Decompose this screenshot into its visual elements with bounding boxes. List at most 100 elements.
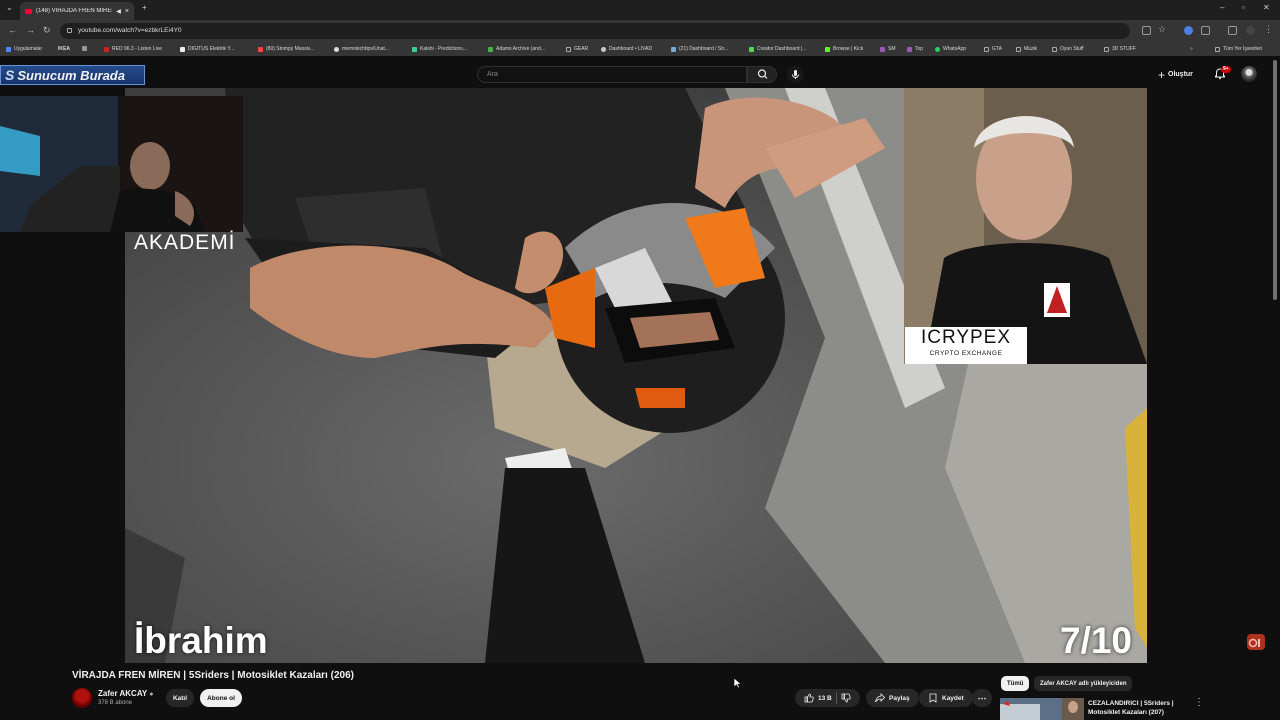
- back-icon[interactable]: ←: [8, 25, 17, 35]
- subscribe-watermark-icon[interactable]: [1245, 632, 1267, 652]
- recommended-video-title[interactable]: CEZALANDIRICI | 5Sriders | Motosiklet Ka…: [1088, 699, 1188, 717]
- webcam-image: [0, 96, 243, 232]
- bookmark-star-icon[interactable]: ☆: [1158, 24, 1167, 34]
- sponsor-banner: ICRYPEX CRYPTO EXCHANGE: [905, 327, 1027, 364]
- rider-name-caption: İbrahim: [134, 620, 268, 661]
- channel-avatar[interactable]: [72, 688, 92, 708]
- search-button[interactable]: [747, 66, 777, 83]
- logo-text: Sunucum Burada: [17, 67, 125, 83]
- save-playlist-icon: [929, 693, 937, 703]
- rating-caption: 7/10: [1060, 620, 1133, 661]
- tab-close-icon[interactable]: ×: [125, 8, 129, 15]
- share-label: Paylaş: [889, 694, 910, 702]
- tab-search-icon[interactable]: ⌄: [6, 3, 13, 12]
- more-actions-button[interactable]: ⋯: [972, 689, 992, 707]
- verified-icon: ●: [149, 691, 154, 698]
- microphone-icon: [792, 70, 799, 79]
- bookmark-item[interactable]: Browse | Kick: [825, 46, 863, 52]
- sponsor-name: ICRYPEX: [920, 327, 1012, 348]
- bookmarks-overflow-icon[interactable]: »: [1190, 46, 1193, 52]
- like-count: 13 B: [818, 694, 832, 702]
- bookmark-item[interactable]: Kalshi - Predictions...: [412, 46, 467, 52]
- bookmark-folder[interactable]: Oyun Stuff: [1052, 46, 1084, 52]
- bookmark-item[interactable]: SM: [880, 46, 896, 52]
- bookmark-item[interactable]: (21) Dashboard / Str...: [671, 46, 728, 52]
- close-window-icon[interactable]: ✕: [1263, 3, 1270, 12]
- bookmark-item[interactable]: Creator Dashboard |...: [749, 46, 806, 52]
- browser-toolbar: ← → ↻ youtube.com/watch?v=ezbkrLEi4Y0 ☆ …: [0, 20, 1280, 42]
- thumbs-up-icon: [804, 693, 814, 703]
- bookmark-item[interactable]: memstechtips/Unat...: [334, 46, 389, 52]
- chip-all[interactable]: Tümü: [1001, 676, 1030, 691]
- channel-name[interactable]: Zafer AKCAY ●: [98, 689, 154, 698]
- bookmark-item[interactable]: Dashboard • LIVAD: [601, 46, 652, 52]
- more-horizontal-icon: ⋯: [977, 692, 987, 703]
- mouse-cursor-icon: [733, 677, 742, 689]
- subscribe-button[interactable]: Abone ol: [200, 689, 242, 707]
- save-label: Kaydet: [942, 694, 964, 702]
- bookmarks-bar: Uygulamalar IKEA RED 96.3 - Listen Live …: [0, 42, 1280, 56]
- search-input[interactable]: Ara: [477, 66, 747, 83]
- bookmark-item[interactable]: Uygulamalar: [6, 46, 42, 52]
- youtube-favicon-icon: [25, 8, 32, 14]
- notification-badge: 9+: [1221, 66, 1231, 73]
- bookmark-item[interactable]: WhatsApp: [935, 46, 966, 52]
- bookmark-folder[interactable]: Müzik: [1016, 46, 1037, 52]
- voice-search-button[interactable]: [787, 66, 804, 83]
- like-divider: [835, 692, 837, 704]
- bookmark-folder[interactable]: 3D STUFF: [1104, 46, 1136, 52]
- reload-icon[interactable]: ↻: [43, 25, 51, 36]
- url-text: youtube.com/watch?v=ezbkrLEi4Y0: [78, 27, 182, 34]
- account-avatar[interactable]: [1241, 66, 1257, 82]
- share-icon: [875, 693, 885, 703]
- minimize-icon[interactable]: –: [1220, 3, 1224, 12]
- stream-logo: S Sunucum Burada: [0, 65, 145, 85]
- bookmark-item[interactable]: DIGITUS Elektrik Y...: [180, 46, 234, 52]
- recommended-thumbnail-image: [1000, 698, 1084, 720]
- page-scrollbar[interactable]: [1273, 60, 1277, 300]
- browser-tab-youtube[interactable]: (148) VİRAJDA FREN MİREN ◀ ×: [20, 2, 134, 20]
- streamer-webcam: [0, 96, 243, 232]
- share-button[interactable]: Paylaş: [866, 689, 919, 707]
- bookmark-item[interactable]: Adams Archive (and...: [488, 46, 545, 52]
- bookmark-item[interactable]: IKEA: [58, 46, 70, 52]
- video-title: VİRAJDA FREN MİREN | 5Sriders | Motosikl…: [72, 670, 354, 681]
- create-button[interactable]: + Oluştur: [1158, 67, 1193, 82]
- bookmark-item[interactable]: Top: [907, 46, 923, 52]
- sponsor-tagline: CRYPTO EXCHANGE: [929, 350, 1003, 357]
- channel-name-text: Zafer AKCAY: [98, 689, 148, 698]
- site-info-icon[interactable]: [67, 28, 72, 33]
- like-button[interactable]: 13 B: [804, 693, 832, 703]
- cast-icon[interactable]: [1142, 26, 1151, 35]
- save-button[interactable]: Kaydet: [919, 689, 973, 707]
- webcam-caption: AKADEMİ: [134, 231, 236, 254]
- bookmark-item[interactable]: [82, 46, 87, 51]
- like-dislike-group: 13 B: [795, 689, 860, 707]
- recommended-thumbnail[interactable]: [1000, 698, 1084, 720]
- profile-icon[interactable]: [1246, 26, 1255, 35]
- tab-audio-icon[interactable]: ◀: [116, 8, 121, 15]
- bookmark-item[interactable]: RED 96.3 - Listen Live: [104, 46, 162, 52]
- extensions-puzzle-icon[interactable]: [1201, 26, 1210, 35]
- search-icon: [757, 69, 768, 79]
- guest-camera-image: [904, 88, 1147, 364]
- sidepanel-icon[interactable]: [1228, 26, 1237, 35]
- extension-icon[interactable]: [1184, 26, 1193, 35]
- menu-kebab-icon[interactable]: ⋮: [1264, 24, 1273, 34]
- logo-mark: S: [5, 67, 15, 83]
- guest-camera: [904, 88, 1147, 364]
- new-tab-icon[interactable]: +: [142, 3, 147, 12]
- address-bar[interactable]: youtube.com/watch?v=ezbkrLEi4Y0: [60, 23, 1130, 39]
- bookmark-item[interactable]: (80) Stompy Massiv...: [258, 46, 314, 52]
- thumbs-down-icon[interactable]: [841, 693, 851, 703]
- subscriber-count: 378 B abone: [98, 700, 133, 706]
- maximize-icon[interactable]: ▫: [1242, 3, 1245, 12]
- join-button[interactable]: Katıl: [166, 689, 194, 707]
- create-label: Oluştur: [1168, 71, 1193, 78]
- bookmark-folder-all[interactable]: Tüm Yer İşaretleri: [1215, 46, 1262, 52]
- forward-icon[interactable]: →: [26, 25, 35, 35]
- bookmark-folder[interactable]: GEAR: [566, 46, 588, 52]
- recommended-menu-icon[interactable]: ⋮: [1194, 697, 1204, 708]
- bookmark-folder[interactable]: GTA: [984, 46, 1002, 52]
- chip-from-uploader[interactable]: Zafer AKCAY adlı yükleyiciden: [1034, 676, 1133, 691]
